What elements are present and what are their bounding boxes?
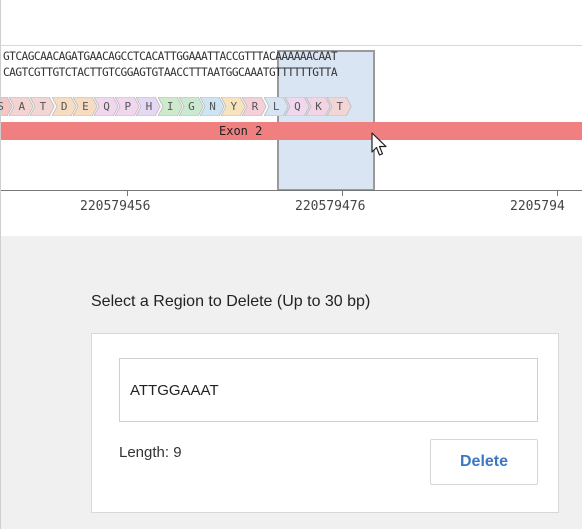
top-strand-before: GTCAGCAACAGATGAACAGCCTCAC [3,50,158,63]
amino-acid-letter: Q [103,100,110,113]
amino-acid-letter: I [166,100,174,113]
amino-acid-letter: R [251,100,259,113]
bottom-strand-after: ATGGCAAATGTTTTTTGTTA [213,66,338,79]
mouse-pointer-icon [371,132,387,156]
amino-acid-letter: Y [230,100,238,113]
amino-acid-letter: A [18,100,26,113]
top-strand: GTCAGCAACAGATGAACAGCCTCACATTGGAAATTACCGT… [3,50,338,63]
delete-button[interactable]: Delete [430,439,538,485]
amino-acid-letter: E [82,100,89,113]
left-border [0,0,1,529]
amino-acid-letter: T [39,100,47,113]
bottom-strand: CAGTCGTTGTCTACTTGTCGGAGTGTAACCTTTAATGGCA… [3,66,338,79]
amino-acid-letter: P [124,100,132,113]
amino-acid-letter: T [336,100,344,113]
sequence-input[interactable] [119,358,538,422]
axis-tick [342,190,343,196]
exon-bar[interactable]: Exon 2 [0,122,582,140]
top-strand-selected: ATTGGAAAT [157,50,214,63]
top-bar [0,0,582,46]
amino-acid-letter: D [60,100,68,113]
top-strand-after: TACCGTTTACAAAAAACAAT [213,50,338,63]
panel-heading: Select a Region to Delete (Up to 30 bp) [91,293,371,310]
amino-acid-letter: L [272,100,280,113]
amino-acid-track: SATDEQPHIGNYRLQKT [0,97,582,116]
amino-acid-letter: S [0,100,4,113]
amino-acid-t: T [327,97,352,116]
exon-label: Exon 2 [219,124,263,138]
amino-acid-letter: G [188,100,195,113]
axis-tick [127,190,128,196]
amino-acid-letter: K [315,100,322,113]
app-frame: GTCAGCAACAGATGAACAGCCTCACATTGGAAATTACCGT… [0,0,582,529]
bottom-strand-before: CAGTCGTTGTCTACTTGTCGGAGTG [3,66,158,79]
amino-acid-letter: Q [294,100,301,113]
amino-acid-letter: H [145,100,153,113]
length-label: Length: 9 [119,444,182,461]
bottom-strand-selected: TAACCTTTA [157,66,214,79]
amino-acid-letter: N [209,100,216,113]
axis-tick-label: 220579476 [295,199,366,214]
axis-tick-label: 2205794 [510,199,565,214]
axis-tick [557,190,558,196]
coordinate-axis [0,190,582,191]
axis-tick-label: 220579456 [80,199,151,214]
